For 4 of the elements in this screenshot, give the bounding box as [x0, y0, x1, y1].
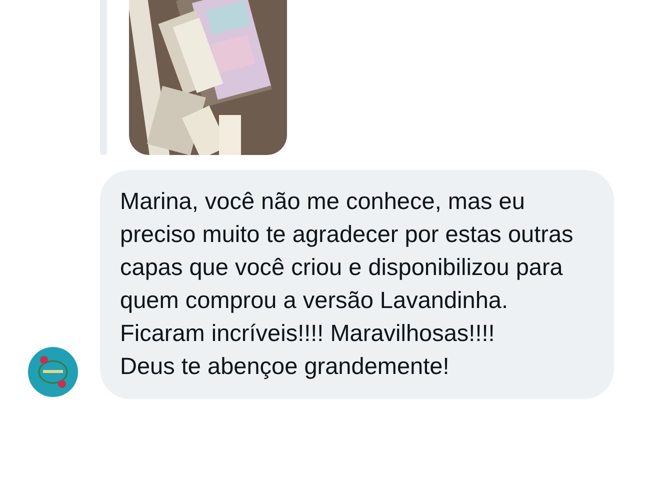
message-text: Deus te abençoe grandemente!: [120, 352, 450, 381]
message-text: Ficaram incríveis!!!! Maravilhosas!!!!: [120, 319, 496, 348]
message-text: Marina, você não me conhece, mas eu preciso muito te agradecer por estas outras capas que você criou e disponibilizou para quem comprou a versão Lavandinha.: [120, 187, 574, 315]
avatar-icon[interactable]: [27, 346, 79, 398]
